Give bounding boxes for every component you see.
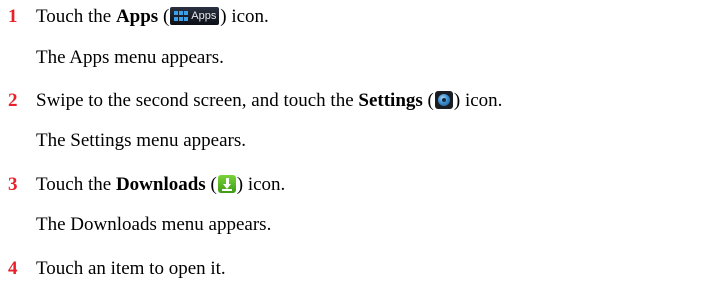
instruction-bold: Apps — [115, 6, 159, 27]
step-number: 2 — [8, 90, 18, 111]
open-paren: ( — [205, 174, 217, 195]
step-number: 3 — [8, 174, 18, 195]
step-result: The Settings menu appears. — [36, 130, 247, 151]
apps-grid-icon: Apps — [170, 7, 220, 25]
close-paren: ) icon. — [453, 90, 503, 111]
step-instruction: Swipe to the second screen, and touch th… — [36, 90, 502, 112]
download-icon — [217, 175, 236, 193]
instruction-text: Touch the — [36, 6, 116, 27]
step-instruction: Touch the Downloads ( ) icon. — [36, 174, 285, 196]
step-instruction: Touch an item to open it. — [36, 258, 226, 279]
step-instruction: Touch the Apps (Apps) icon. — [36, 6, 269, 28]
close-paren: ) icon. — [236, 174, 286, 195]
instruction-bold: Settings — [358, 90, 423, 111]
open-paren: ( — [158, 6, 170, 27]
step-result: The Downloads menu appears. — [36, 214, 272, 235]
step-result: The Apps menu appears. — [36, 47, 224, 68]
instruction-text: Swipe to the second screen, and touch th… — [36, 90, 359, 111]
step-number: 4 — [8, 258, 18, 279]
step-number: 1 — [8, 6, 18, 27]
close-paren: ) icon. — [220, 6, 269, 27]
settings-icon — [434, 91, 453, 109]
apps-icon-label: Apps — [191, 10, 217, 22]
instruction-bold: Downloads — [115, 174, 206, 195]
instruction-text: Touch the — [36, 174, 116, 195]
open-paren: ( — [422, 90, 434, 111]
